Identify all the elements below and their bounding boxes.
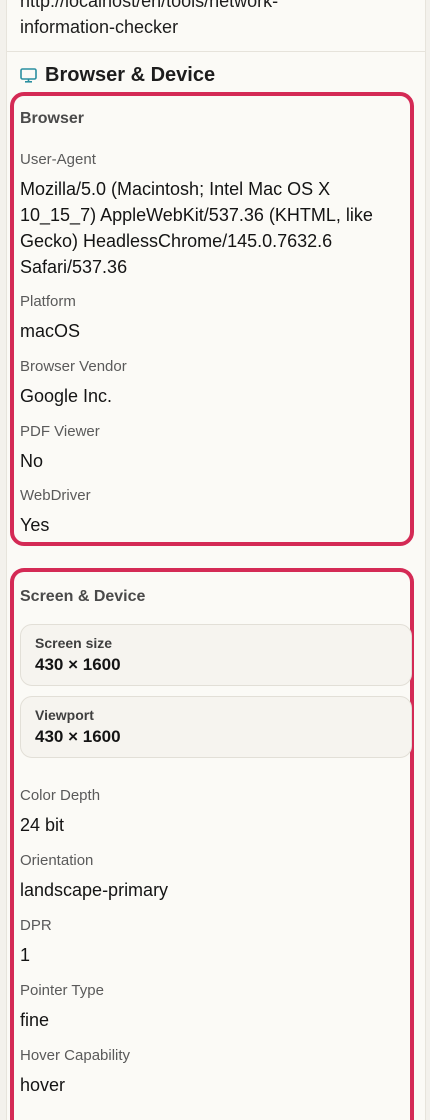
orientation-value: landscape-primary bbox=[20, 880, 169, 900]
page-url-line: http://localhost/en/tools/network- bbox=[20, 0, 279, 11]
screen-size-label: Screen size bbox=[35, 635, 113, 651]
page-url-line: information-checker bbox=[20, 17, 179, 37]
user-agent-value: Mozilla/5.0 (Macintosh; Intel Mac OS X 1… bbox=[20, 176, 400, 280]
user-agent-line: Mozilla/5.0 (Macintosh; Intel Mac OS X bbox=[20, 179, 331, 199]
screen-size-value: 430 × 1600 bbox=[35, 655, 121, 674]
webdriver-value: Yes bbox=[20, 515, 50, 535]
user-agent-line: 10_15_7) AppleWebKit/537.36 (KHTML, like bbox=[20, 205, 373, 225]
card-title: Screen & Device bbox=[20, 588, 146, 605]
browser-card: Browser User-Agent Mozilla/5.0 (Macintos… bbox=[10, 92, 414, 546]
user-agent-line: Safari/537.36 bbox=[20, 257, 128, 277]
pdf-viewer-value: No bbox=[20, 451, 44, 471]
browser-vendor-value: Google Inc. bbox=[20, 386, 113, 406]
viewport-box: Viewport 430 × 1600 bbox=[20, 696, 412, 758]
divider bbox=[7, 51, 425, 52]
user-agent-label: User-Agent bbox=[20, 151, 96, 168]
section-heading: Browser & Device bbox=[20, 62, 215, 88]
pointer-type-value: fine bbox=[20, 1010, 50, 1030]
screen-device-card: Screen & Device Screen size 430 × 1600 V… bbox=[10, 568, 414, 1120]
browser-vendor-label: Browser Vendor bbox=[20, 358, 127, 375]
orientation-label: Orientation bbox=[20, 852, 94, 869]
color-depth-label: Color Depth bbox=[20, 787, 101, 804]
color-depth-value: 24 bit bbox=[20, 815, 65, 835]
monitor-icon bbox=[20, 67, 37, 83]
platform-label: Platform bbox=[20, 293, 76, 310]
hover-capability-value: hover bbox=[20, 1075, 66, 1095]
card-title: Browser bbox=[20, 110, 85, 127]
content-panel: http://localhost/en/tools/network- infor… bbox=[6, 0, 426, 1120]
webdriver-label: WebDriver bbox=[20, 487, 91, 504]
viewport-label: Viewport bbox=[35, 707, 94, 723]
pdf-viewer-label: PDF Viewer bbox=[20, 423, 100, 440]
pointer-type-label: Pointer Type bbox=[20, 982, 104, 999]
dpr-label: DPR bbox=[20, 917, 52, 934]
hover-capability-label: Hover Capability bbox=[20, 1047, 131, 1064]
viewport-value: 430 × 1600 bbox=[35, 727, 121, 746]
page-url: http://localhost/en/tools/network- infor… bbox=[20, 0, 415, 40]
dpr-value: 1 bbox=[20, 945, 31, 965]
platform-value: macOS bbox=[20, 321, 81, 341]
page: http://localhost/en/tools/network- infor… bbox=[0, 0, 430, 1120]
screen-size-box: Screen size 430 × 1600 bbox=[20, 624, 412, 686]
section-title: Browser & Device bbox=[45, 63, 216, 86]
user-agent-line: Gecko) HeadlessChrome/145.0.7632.6 bbox=[20, 231, 333, 251]
